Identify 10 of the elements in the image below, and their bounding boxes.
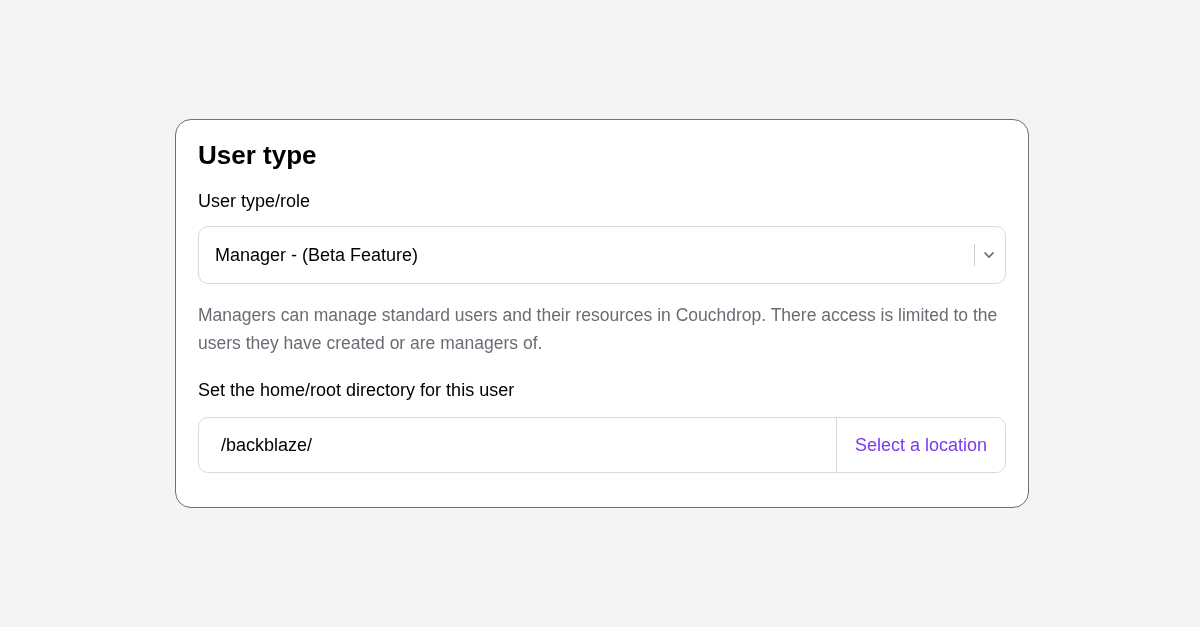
help-text: Managers can manage standard users and their resources in Couchdrop. There access is limited to the users they have created or are managers of.	[198, 304, 999, 355]
directory-input[interactable]: /backblaze/	[199, 418, 836, 472]
card-title: User type	[198, 139, 318, 172]
select-location-button[interactable]: Select a location	[835, 418, 1005, 472]
field-label: User type/role	[198, 190, 312, 213]
chevron-down-icon	[983, 251, 995, 259]
directory-field[interactable]: /backblaze/ Select a location	[198, 417, 1006, 473]
dropdown-value: Manager - (Beta Feature)	[215, 243, 420, 267]
field-label: Set the home/root directory for this user	[198, 379, 516, 402]
role-dropdown[interactable]: Manager - (Beta Feature)	[198, 226, 1006, 284]
